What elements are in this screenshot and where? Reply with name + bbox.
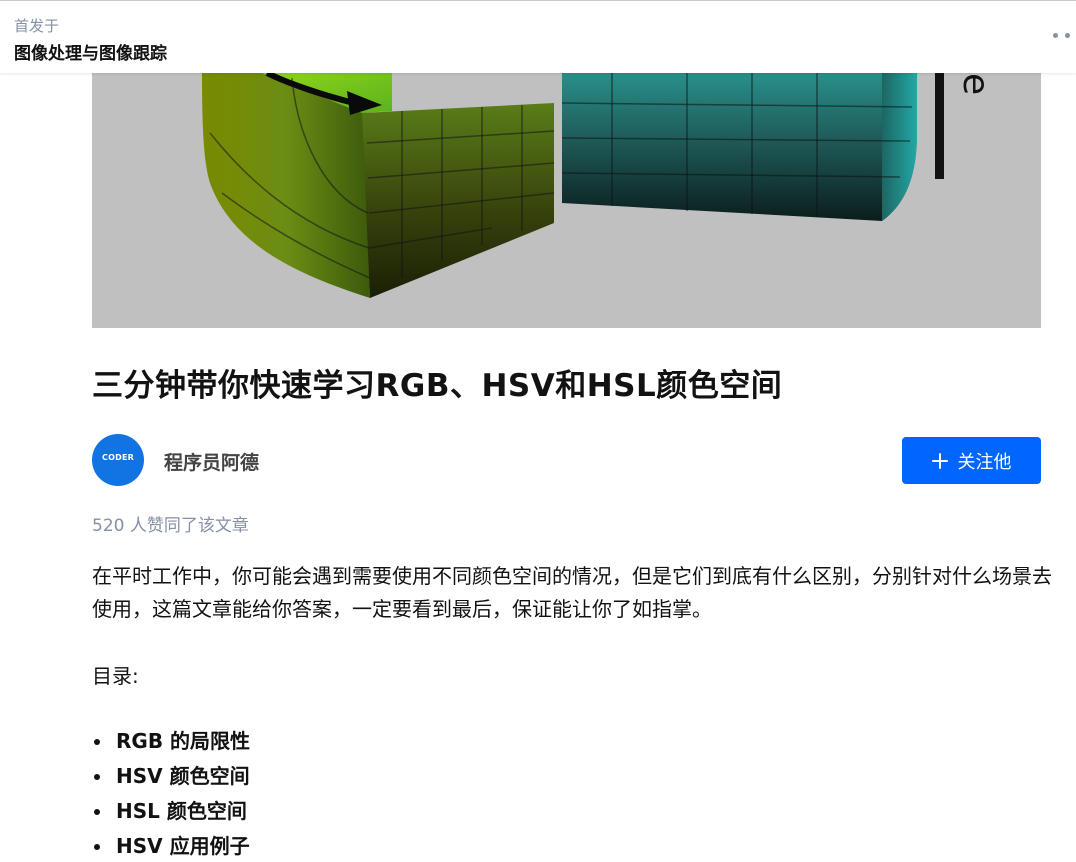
toc-item-label: RGB 的局限性 [116,729,251,753]
toc-item-label: HSV 颜色空间 [116,764,250,788]
column-name-link[interactable]: 图像处理与图像跟踪 [14,39,167,64]
bullet-icon [94,844,100,850]
avatar[interactable]: CODER [92,434,144,486]
toc-item: HSL 颜色空间 [92,794,692,829]
intro-paragraph: 在平时工作中，你可能会遇到需要使用不同颜色空间的情况，但是它们到底有什么区别，分… [92,564,1052,621]
cover-image: e [92,73,1041,328]
hsv-cylinder-illustration: e [202,73,996,298]
toc-item-label: HSV 应用例子 [116,834,250,858]
first-published-label: 首发于 [14,17,60,35]
follow-button-label: 关注他 [957,451,1012,473]
toc-item: HSV 颜色空间 [92,759,692,794]
axis-letter: e [955,73,996,95]
toc-label: 目录: [92,664,139,688]
toc-item: HSV 应用例子 [92,829,692,862]
plus-icon [931,452,948,469]
likes-count: 520 人赞同了该文章 [92,516,249,536]
more-dots-icon[interactable] [1052,27,1074,43]
author-name-link[interactable]: 程序员阿德 [164,448,259,475]
bullet-icon [94,774,100,780]
article-title: 三分钟带你快速学习RGB、HSV和HSL颜色空间 [92,368,783,404]
top-bar: 首发于 图像处理与图像跟踪 [0,0,1076,73]
toc-list: RGB 的局限性 HSV 颜色空间 HSL 颜色空间 HSV 应用例子 [92,724,692,862]
follow-button[interactable]: 关注他 [902,437,1041,484]
toc-item: RGB 的局限性 [92,724,692,759]
toc-item-label: HSL 颜色空间 [116,799,247,823]
avatar-logo-text: CODER [102,453,134,462]
bullet-icon [94,739,100,745]
bullet-icon [94,809,100,815]
